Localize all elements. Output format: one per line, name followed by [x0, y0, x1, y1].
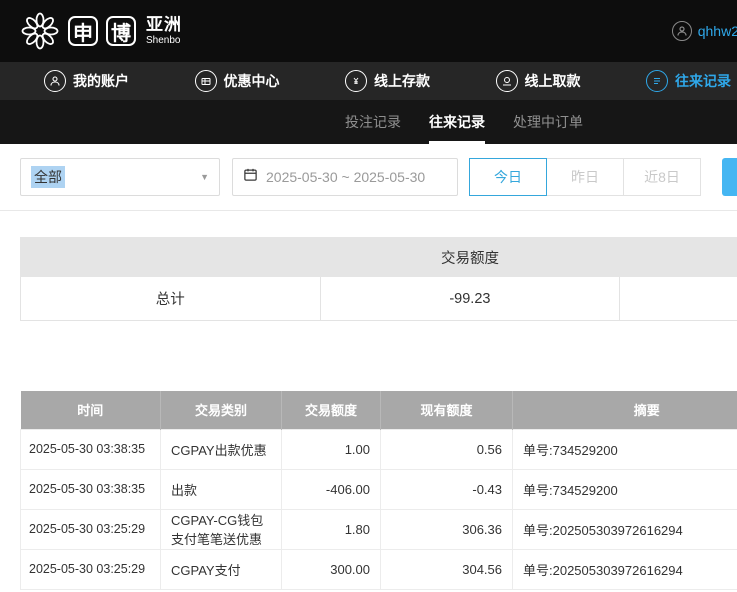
- cell-balance: -0.43: [381, 469, 513, 509]
- chevron-down-icon: ▼: [200, 172, 209, 182]
- account-icon: [44, 70, 66, 92]
- nav-item-deposit[interactable]: 线上存款: [345, 70, 430, 92]
- tab-transaction-records[interactable]: 往来记录: [429, 100, 485, 144]
- cell-amount: -406.00: [282, 469, 381, 509]
- calendar-icon: [243, 167, 258, 187]
- brand-char-bo: 博: [106, 16, 136, 46]
- table-row: 2025-05-30 03:25:29 CGPAY-CG钱包支付笔笔送优惠 1.…: [21, 509, 737, 549]
- table-header-row: 时间 交易类别 交易额度 现有额度 摘要: [21, 391, 737, 429]
- cell-amount: 1.80: [282, 509, 381, 549]
- cell-type: CGPAY出款优惠: [161, 429, 282, 469]
- nav-item-promotions[interactable]: 优惠中心: [195, 70, 280, 92]
- flower-logo-icon: [20, 11, 60, 51]
- summary-total-extra: [620, 277, 737, 321]
- cell-type: 出款: [161, 469, 282, 509]
- brand-text: 亚洲 Shenbo: [146, 16, 182, 46]
- deposit-icon: [345, 70, 367, 92]
- table-row: 2025-05-30 03:38:35 CGPAY出款优惠 1.00 0.56 …: [21, 429, 737, 469]
- summary-header-amount: 交易额度: [320, 247, 620, 268]
- cell-amount: 1.00: [282, 429, 381, 469]
- records-icon: [646, 70, 668, 92]
- brand-subname: Shenbo: [146, 35, 182, 46]
- nav-label: 往来记录: [675, 71, 731, 91]
- nav-label: 线上取款: [525, 71, 581, 91]
- date-range-input[interactable]: 2025-05-30 ~ 2025-05-30: [232, 158, 458, 196]
- cell-summary: 单号:202505303972616294: [513, 509, 737, 549]
- brand-region: 亚洲: [146, 16, 182, 35]
- table-row: 2025-05-30 03:38:35 出款 -406.00 -0.43 单号:…: [21, 469, 737, 509]
- user-account[interactable]: qhhw2: [672, 21, 737, 41]
- nav-item-my-account[interactable]: 我的账户: [44, 70, 129, 92]
- nav-label: 优惠中心: [224, 71, 280, 91]
- cell-time: 2025-05-30 03:25:29: [21, 509, 161, 549]
- quick-date-buttons: 今日 昨日 近8日: [470, 158, 701, 196]
- records-table: 时间 交易类别 交易额度 现有额度 摘要 2025-05-30 03:38:35…: [20, 391, 737, 590]
- tab-processing-orders[interactable]: 处理中订单: [513, 100, 583, 144]
- search-button[interactable]: [722, 158, 737, 196]
- tab-betting-records[interactable]: 投注记录: [345, 100, 401, 144]
- col-header-summary: 摘要: [513, 391, 737, 429]
- brand-char-shen: 申: [68, 16, 98, 46]
- col-header-balance: 现有额度: [381, 391, 513, 429]
- summary-total-value: -99.23: [321, 277, 621, 321]
- col-header-amount: 交易额度: [282, 391, 381, 429]
- sub-nav: 投注记录 往来记录 处理中订单: [0, 100, 737, 144]
- nav-label: 线上存款: [374, 71, 430, 91]
- user-avatar-icon: [672, 21, 692, 41]
- cell-time: 2025-05-30 03:38:35: [21, 429, 161, 469]
- type-select[interactable]: 全部 ▼: [20, 158, 220, 196]
- cell-balance: 0.56: [381, 429, 513, 469]
- cell-summary: 单号:202505303972616294: [513, 549, 737, 589]
- filter-bar: 全部 ▼ 2025-05-30 ~ 2025-05-30 今日 昨日 近8日: [0, 144, 737, 210]
- cell-summary: 单号:734529200: [513, 469, 737, 509]
- summary-table: 交易额度 总计 -99.23: [20, 237, 737, 321]
- summary-total-row: 总计 -99.23: [20, 277, 737, 321]
- yesterday-button[interactable]: 昨日: [546, 158, 624, 196]
- brand-logo: 申 博 亚洲 Shenbo: [20, 11, 182, 51]
- withdraw-icon: [496, 70, 518, 92]
- today-button[interactable]: 今日: [469, 158, 547, 196]
- col-header-type: 交易类别: [161, 391, 282, 429]
- cell-balance: 306.36: [381, 509, 513, 549]
- section-divider: [0, 210, 737, 211]
- cell-time: 2025-05-30 03:25:29: [21, 549, 161, 589]
- nav-item-withdraw[interactable]: 线上取款: [496, 70, 581, 92]
- main-nav: 我的账户 优惠中心 线上存款 线上取款: [0, 62, 737, 100]
- cell-type: CGPAY支付: [161, 549, 282, 589]
- top-header: 申 博 亚洲 Shenbo qhhw2: [0, 0, 737, 62]
- cell-type: CGPAY-CG钱包支付笔笔送优惠: [161, 509, 282, 549]
- page: 申 博 亚洲 Shenbo qhhw2 我的账户: [0, 0, 737, 592]
- date-range-value: 2025-05-30 ~ 2025-05-30: [266, 169, 425, 185]
- table-row: 2025-05-30 03:25:29 CGPAY支付 300.00 304.5…: [21, 549, 737, 589]
- promotions-icon: [195, 70, 217, 92]
- type-select-value: 全部: [31, 166, 65, 188]
- summary-total-label: 总计: [21, 277, 321, 321]
- cell-amount: 300.00: [282, 549, 381, 589]
- cell-balance: 304.56: [381, 549, 513, 589]
- nav-label: 我的账户: [73, 71, 129, 91]
- summary-header-row: 交易额度: [20, 237, 737, 277]
- cell-summary: 单号:734529200: [513, 429, 737, 469]
- cell-time: 2025-05-30 03:38:35: [21, 469, 161, 509]
- username: qhhw2: [698, 23, 737, 39]
- last-8-days-button[interactable]: 近8日: [623, 158, 701, 196]
- col-header-time: 时间: [21, 391, 161, 429]
- nav-item-records[interactable]: 往来记录: [646, 70, 731, 92]
